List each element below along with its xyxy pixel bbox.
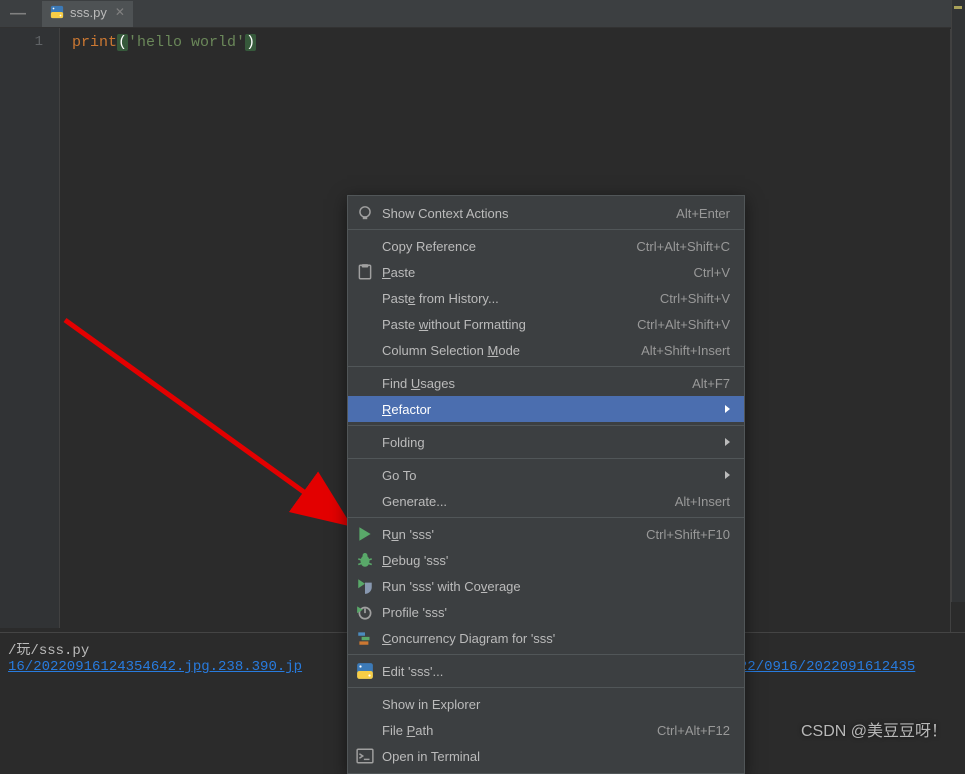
- menu-shortcut: Alt+Shift+Insert: [641, 343, 730, 358]
- menu-shortcut: Ctrl+Shift+V: [660, 291, 730, 306]
- menu-shortcut: Ctrl+Alt+Shift+V: [637, 317, 730, 332]
- clipboard-icon: [356, 263, 374, 281]
- menu-label: Show in Explorer: [382, 697, 730, 712]
- menu-label: Open in Terminal: [382, 749, 730, 764]
- menu-profile[interactable]: Profile 'sss': [348, 599, 744, 625]
- code-keyword: print: [72, 34, 117, 51]
- menu-concurrency-diagram[interactable]: Concurrency Diagram for 'sss': [348, 625, 744, 651]
- menu-label: Paste without Formatting: [382, 317, 625, 332]
- menu-label: Run 'sss': [382, 527, 634, 542]
- output-link-right[interactable]: 22/0916/2022091612435: [739, 659, 915, 675]
- menu-label: Paste: [382, 265, 682, 280]
- menu-paste-history[interactable]: Paste from History... Ctrl+Shift+V: [348, 285, 744, 311]
- python-icon: [356, 662, 374, 680]
- line-gutter[interactable]: 1: [0, 28, 60, 628]
- menu-paste-without-formatting[interactable]: Paste without Formatting Ctrl+Alt+Shift+…: [348, 311, 744, 337]
- menu-run-coverage[interactable]: Run 'sss' with Coverage: [348, 573, 744, 599]
- run-path-file: sss.py: [39, 643, 89, 659]
- menu-file-path[interactable]: File Path Ctrl+Alt+F12: [348, 717, 744, 743]
- menu-label: Concurrency Diagram for 'sss': [382, 631, 730, 646]
- concurrency-icon: [356, 629, 374, 647]
- menu-shortcut: Ctrl+V: [694, 265, 730, 280]
- run-icon: [356, 525, 374, 543]
- menu-refactor[interactable]: Refactor: [348, 396, 744, 422]
- menu-column-selection-mode[interactable]: Column Selection Mode Alt+Shift+Insert: [348, 337, 744, 363]
- menu-debug[interactable]: Debug 'sss': [348, 547, 744, 573]
- menu-label: Folding: [382, 435, 717, 450]
- menu-label: File Path: [382, 723, 645, 738]
- paren-close: ): [245, 34, 256, 51]
- menu-folding[interactable]: Folding: [348, 429, 744, 455]
- menu-paste[interactable]: Paste Ctrl+V: [348, 259, 744, 285]
- close-icon[interactable]: ✕: [115, 5, 125, 19]
- menu-separator: [348, 366, 744, 367]
- menu-shortcut: Alt+Insert: [675, 494, 730, 509]
- tab-filename: sss.py: [70, 5, 107, 20]
- bug-icon: [356, 551, 374, 569]
- menu-generate[interactable]: Generate... Alt+Insert: [348, 488, 744, 514]
- lightbulb-icon: [356, 204, 374, 222]
- menu-shortcut: Alt+Enter: [676, 206, 730, 221]
- python-file-icon: [50, 5, 64, 19]
- menu-shortcut: Alt+F7: [692, 376, 730, 391]
- menu-separator: [348, 687, 744, 688]
- menu-label: Find Usages: [382, 376, 680, 391]
- menu-label: Go To: [382, 468, 717, 483]
- menu-copy-reference[interactable]: Copy Reference Ctrl+Alt+Shift+C: [348, 233, 744, 259]
- terminal-icon: [356, 747, 374, 765]
- menu-label: Debug 'sss': [382, 553, 730, 568]
- menu-separator: [348, 517, 744, 518]
- menu-shortcut: Ctrl+Alt+F12: [657, 723, 730, 738]
- collapse-icon[interactable]: —: [10, 5, 26, 23]
- submenu-arrow-icon: [725, 405, 730, 413]
- menu-run[interactable]: Run 'sss' Ctrl+Shift+F10: [348, 521, 744, 547]
- menu-open-terminal[interactable]: Open in Terminal: [348, 743, 744, 769]
- submenu-arrow-icon: [725, 471, 730, 479]
- submenu-arrow-icon: [725, 438, 730, 446]
- menu-go-to[interactable]: Go To: [348, 462, 744, 488]
- menu-label: Show Context Actions: [382, 206, 664, 221]
- run-path-prefix: /玩/: [8, 643, 39, 659]
- code-string: 'hello world': [128, 34, 245, 51]
- watermark: CSDN @美豆豆呀！: [801, 717, 947, 741]
- menu-separator: [348, 458, 744, 459]
- menu-label: Column Selection Mode: [382, 343, 629, 358]
- menu-show-in-explorer[interactable]: Show in Explorer: [348, 691, 744, 717]
- menu-label: Paste from History...: [382, 291, 648, 306]
- menu-label: Edit 'sss'...: [382, 664, 730, 679]
- menu-separator: [348, 654, 744, 655]
- menu-label: Run 'sss' with Coverage: [382, 579, 730, 594]
- output-link-left[interactable]: 16/20220916124354642.jpg.238.390.jp: [8, 659, 302, 675]
- tab-bar: — sss.py ✕: [0, 0, 965, 28]
- menu-label: Refactor: [382, 402, 717, 417]
- warning-marker[interactable]: [954, 6, 962, 9]
- menu-find-usages[interactable]: Find Usages Alt+F7: [348, 370, 744, 396]
- menu-separator: [348, 229, 744, 230]
- menu-shortcut: Ctrl+Shift+F10: [646, 527, 730, 542]
- paren-open: (: [117, 34, 128, 51]
- menu-show-context-actions[interactable]: Show Context Actions Alt+Enter: [348, 200, 744, 226]
- error-stripe: [951, 0, 965, 602]
- menu-label: Profile 'sss': [382, 605, 730, 620]
- editor-tab[interactable]: sss.py ✕: [42, 1, 133, 27]
- coverage-icon: [356, 577, 374, 595]
- menu-label: Generate...: [382, 494, 663, 509]
- line-number: 1: [0, 34, 43, 50]
- profile-icon: [356, 603, 374, 621]
- menu-edit-config[interactable]: Edit 'sss'...: [348, 658, 744, 684]
- context-menu: Show Context Actions Alt+Enter Copy Refe…: [347, 195, 745, 774]
- menu-separator: [348, 425, 744, 426]
- menu-shortcut: Ctrl+Alt+Shift+C: [636, 239, 730, 254]
- menu-label: Copy Reference: [382, 239, 624, 254]
